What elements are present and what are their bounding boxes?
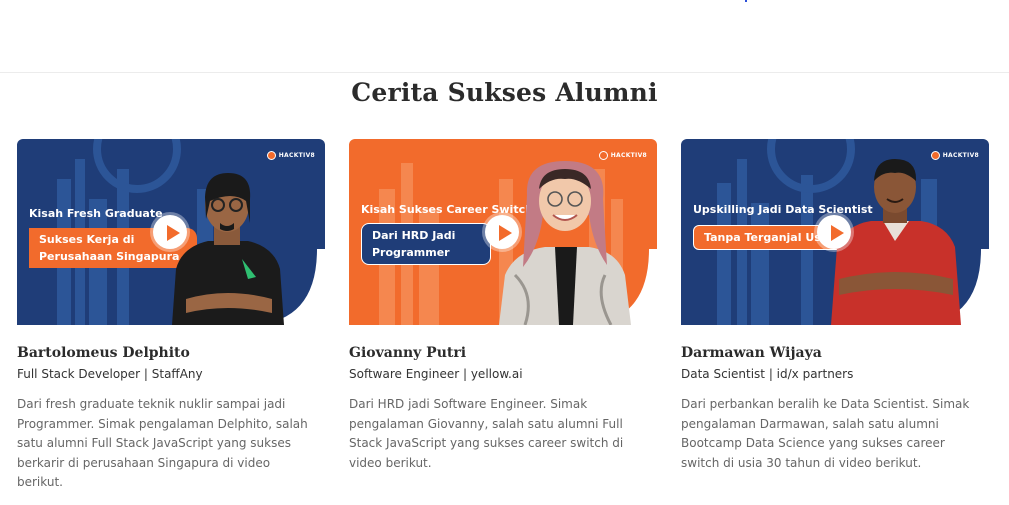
alumni-role: Software Engineer | yellow.ai (349, 367, 523, 381)
play-video-button[interactable] (485, 215, 519, 249)
brand-fox-icon (266, 151, 276, 160)
alumni-photo (831, 159, 961, 325)
video-thumbnail[interactable]: HACKTIV8 Kisah Fresh Graduate Sukses Ker… (17, 139, 325, 325)
thumbnail-headline: Kisah Fresh Graduate (29, 207, 163, 220)
alumni-role: Full Stack Developer | StaffAny (17, 367, 203, 381)
alumni-role: Data Scientist | id/x partners (681, 367, 854, 381)
video-thumbnail[interactable]: HACKTIV8 Kisah Sukses Career Switch Dari… (349, 139, 657, 325)
alumni-name: Giovanny Putri (349, 345, 467, 361)
play-video-button[interactable] (153, 215, 187, 249)
video-thumbnail[interactable]: HACKTIV8 Upskilling Jadi Data Scientist … (681, 139, 989, 325)
alumni-card: HACKTIV8 Kisah Fresh Graduate Sukses Ker… (17, 139, 325, 493)
alumni-description: Dari fresh graduate teknik nuklir sampai… (17, 397, 308, 489)
alumni-photo (172, 173, 284, 325)
alumni-name: Bartolomeus Delphito (17, 345, 190, 361)
alumni-description: Dari HRD jadi Software Engineer. Simak p… (349, 397, 624, 470)
brand-name: HACKTIV8 (278, 152, 315, 159)
header-indicator-dot (745, 0, 747, 2)
alumni-name: Darmawan Wijaya (681, 345, 822, 361)
brand-logo: HACKTIV8 (266, 151, 315, 160)
top-header-area (0, 0, 1009, 73)
alumni-description: Dari perbankan beralih ke Data Scientist… (681, 397, 970, 470)
section-title: Cerita Sukses Alumni (351, 78, 658, 107)
alumni-card: HACKTIV8 Upskilling Jadi Data Scientist … (681, 139, 989, 473)
play-video-button[interactable] (817, 215, 851, 249)
alumni-card: HACKTIV8 Kisah Sukses Career Switch Dari… (349, 139, 657, 473)
thumbnail-subtitle: Dari HRD Jadi Programmer (361, 223, 491, 265)
